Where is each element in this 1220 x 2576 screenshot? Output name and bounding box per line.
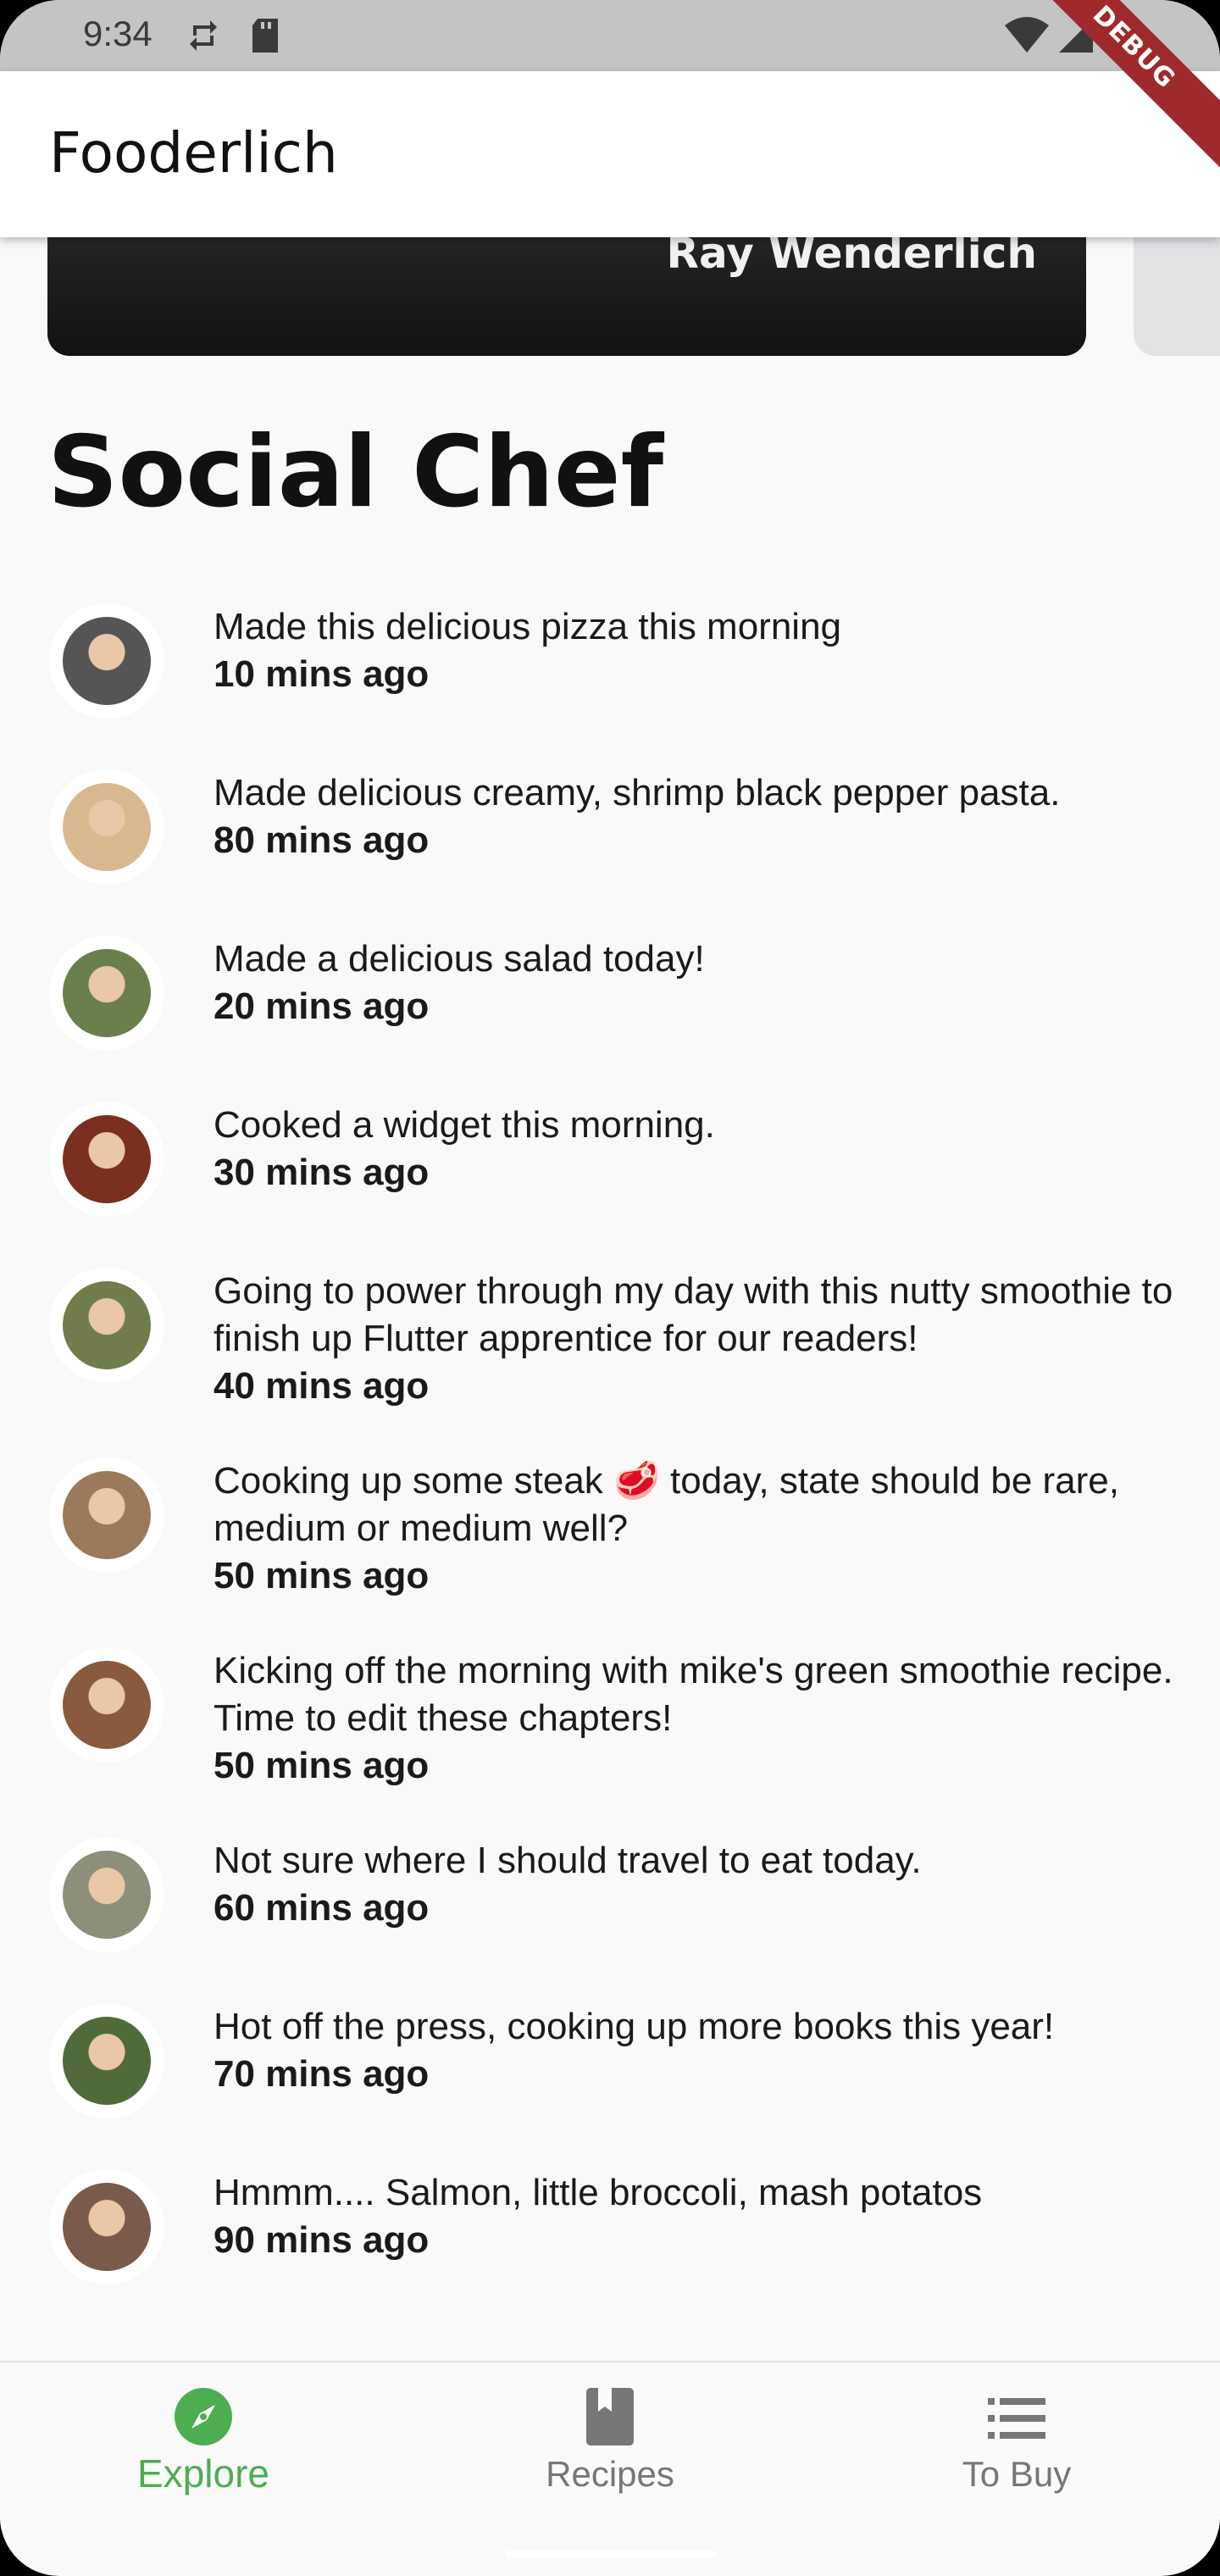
nav-explore[interactable]: Explore bbox=[0, 2362, 407, 2530]
post-message: Not sure where I should travel to eat to… bbox=[214, 1840, 922, 1881]
avatar-ring bbox=[49, 1837, 164, 1952]
sync-icon bbox=[190, 20, 217, 51]
post-body: Cooked a widget this morning. 30 mins ago bbox=[214, 1102, 1188, 1196]
post-message: Cooked a widget this morning. bbox=[214, 1104, 715, 1146]
avatar[interactable] bbox=[63, 1661, 151, 1749]
avatar[interactable] bbox=[63, 949, 151, 1037]
post-timestamp: 20 mins ago bbox=[214, 985, 430, 1027]
avatar-ring bbox=[49, 1647, 164, 1763]
nav-to-buy[interactable]: To Buy bbox=[813, 2362, 1220, 2530]
post-timestamp: 70 mins ago bbox=[214, 2053, 430, 2095]
app-title: Fooderlich bbox=[49, 120, 338, 186]
post-body: Hot off the press, cooking up more books… bbox=[214, 2003, 1188, 2098]
avatar-ring bbox=[49, 1102, 164, 1217]
nav-label-to-buy: To Buy bbox=[962, 2454, 1072, 2494]
post-timestamp: 40 mins ago bbox=[214, 1365, 430, 1407]
wifi-icon bbox=[1005, 17, 1049, 53]
post-timestamp: 80 mins ago bbox=[214, 819, 430, 861]
phone-screen: 9:34 DEBUG Ray Wenderlich Fooderlich Soc… bbox=[0, 0, 1220, 2576]
post-timestamp: 60 mins ago bbox=[214, 1887, 430, 1929]
post-timestamp: 10 mins ago bbox=[214, 653, 430, 695]
avatar-ring bbox=[49, 2003, 164, 2118]
nav-label-recipes: Recipes bbox=[546, 2454, 674, 2494]
post-body: Not sure where I should travel to eat to… bbox=[214, 1837, 1188, 1932]
post-message: Hmmm.... Salmon, little broccoli, mash p… bbox=[214, 2172, 983, 2213]
book-icon bbox=[586, 2388, 634, 2446]
avatar[interactable] bbox=[63, 1471, 151, 1559]
post-body: Going to power through my day with this … bbox=[214, 1268, 1188, 1410]
avatar-ring bbox=[49, 2169, 164, 2285]
post-body: Cooking up some steak 🥩 today, state sho… bbox=[214, 1457, 1188, 1600]
sd-card-icon bbox=[252, 19, 278, 53]
post-body: Kicking off the morning with mike's gree… bbox=[214, 1647, 1188, 1790]
avatar[interactable] bbox=[63, 2017, 151, 2105]
nav-recipes[interactable]: Recipes bbox=[407, 2362, 813, 2530]
post-timestamp: 90 mins ago bbox=[214, 2219, 430, 2261]
avatar[interactable] bbox=[63, 1115, 151, 1203]
post-message: Made this delicious pizza this morning bbox=[214, 606, 842, 647]
post-body: Made a delicious salad today! 20 mins ago bbox=[214, 935, 1188, 1030]
avatar-ring bbox=[49, 935, 164, 1051]
app-bar: Fooderlich bbox=[0, 71, 1220, 237]
status-time: 9:34 bbox=[83, 14, 152, 53]
post-timestamp: 50 mins ago bbox=[214, 1555, 430, 1596]
avatar-ring bbox=[49, 1457, 164, 1573]
section-title: Social Chef bbox=[47, 415, 664, 530]
avatar[interactable] bbox=[63, 2183, 151, 2271]
post-message: Made a delicious salad today! bbox=[214, 938, 705, 980]
avatar[interactable] bbox=[63, 617, 151, 705]
post-message: Made delicious creamy, shrimp black pepp… bbox=[214, 772, 1061, 813]
avatar[interactable] bbox=[63, 783, 151, 871]
post-message: Kicking off the morning with mike's gree… bbox=[214, 1650, 1173, 1739]
post-message: Cooking up some steak 🥩 today, state sho… bbox=[214, 1460, 1119, 1549]
post-message: Hot off the press, cooking up more books… bbox=[214, 2006, 1055, 2047]
post-body: Made delicious creamy, shrimp black pepp… bbox=[214, 769, 1188, 864]
post-body: Hmmm.... Salmon, little broccoli, mash p… bbox=[214, 2169, 1188, 2264]
post-timestamp: 50 mins ago bbox=[214, 1745, 430, 1786]
home-indicator[interactable] bbox=[505, 2551, 717, 2557]
avatar-ring bbox=[49, 1268, 164, 1383]
avatar[interactable] bbox=[63, 1851, 151, 1939]
compass-icon bbox=[175, 2388, 232, 2446]
nav-label-explore: Explore bbox=[137, 2451, 269, 2496]
list-icon bbox=[988, 2398, 1045, 2439]
avatar-ring bbox=[49, 769, 164, 885]
avatar[interactable] bbox=[63, 1281, 151, 1369]
post-message: Going to power through my day with this … bbox=[214, 1270, 1173, 1359]
post-timestamp: 30 mins ago bbox=[214, 1152, 430, 1193]
avatar-ring bbox=[49, 603, 164, 719]
post-body: Made this delicious pizza this morning 10… bbox=[214, 603, 1188, 698]
status-bar: 9:34 bbox=[0, 0, 1220, 71]
bottom-navigation: Explore Recipes To Buy bbox=[0, 2361, 1220, 2530]
